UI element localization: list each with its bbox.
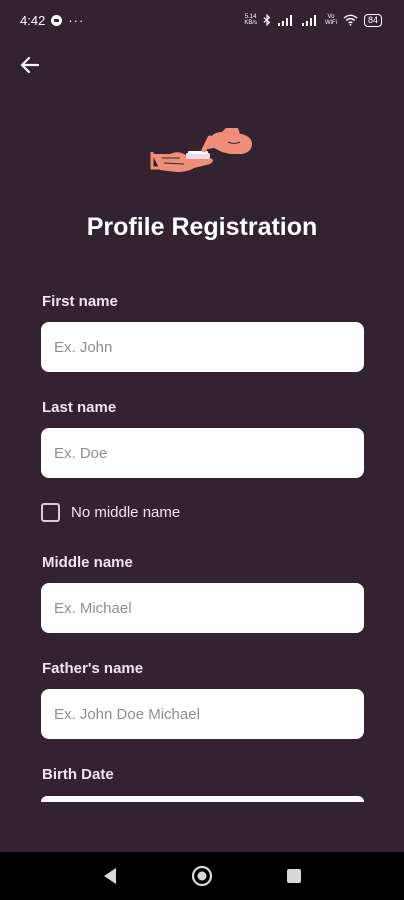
vowifi-bottom: WiFi	[324, 20, 337, 26]
signal-strength-icon-2	[301, 15, 316, 26]
status-bar: 4:42 ··· 5.14 KB/s Vo WiFi 84	[0, 0, 404, 40]
vowifi-indicator: Vo WiFi	[325, 14, 337, 26]
system-nav-bar	[0, 852, 404, 900]
bluetooth-icon	[263, 14, 271, 26]
nav-back-button[interactable]	[98, 864, 122, 888]
nav-home-button[interactable]	[190, 864, 214, 888]
page-title: Profile Registration	[86, 213, 318, 241]
arrow-left-icon	[20, 56, 40, 74]
square-recents-icon	[287, 869, 301, 883]
no-middle-name-label: No middle name	[71, 504, 181, 521]
network-speed: 5.14 KB/s	[244, 14, 257, 26]
hand-card-illustration-icon	[150, 128, 252, 172]
more-notifications-icon: ···	[68, 12, 85, 28]
back-button[interactable]	[14, 49, 46, 81]
birth-date-input[interactable]	[41, 796, 364, 802]
nav-recents-button[interactable]	[282, 864, 306, 888]
battery-icon: 84	[363, 13, 382, 27]
no-middle-name-checkbox[interactable]: No middle name	[41, 503, 180, 522]
wifi-icon	[343, 14, 358, 26]
status-left: 4:42 ···	[20, 13, 84, 28]
triangle-back-icon	[104, 868, 116, 884]
status-right: 5.14 KB/s Vo WiFi 84	[244, 13, 382, 27]
signal-strength-icon	[277, 15, 292, 26]
middle-name-input[interactable]	[41, 583, 364, 633]
first-name-label: First name	[42, 293, 118, 310]
birth-date-label: Birth Date	[42, 766, 114, 783]
first-name-input[interactable]	[41, 322, 364, 372]
messenger-icon	[51, 14, 63, 26]
middle-name-label: Middle name	[42, 554, 133, 571]
circle-home-icon	[191, 865, 213, 887]
last-name-label: Last name	[42, 399, 117, 416]
fathers-name-input[interactable]	[41, 689, 364, 739]
fathers-name-label: Father's name	[42, 660, 144, 677]
status-time: 4:42	[20, 12, 46, 28]
network-speed-unit: KB/s	[244, 20, 257, 26]
last-name-input[interactable]	[41, 428, 364, 478]
checkbox-box[interactable]	[41, 503, 60, 522]
